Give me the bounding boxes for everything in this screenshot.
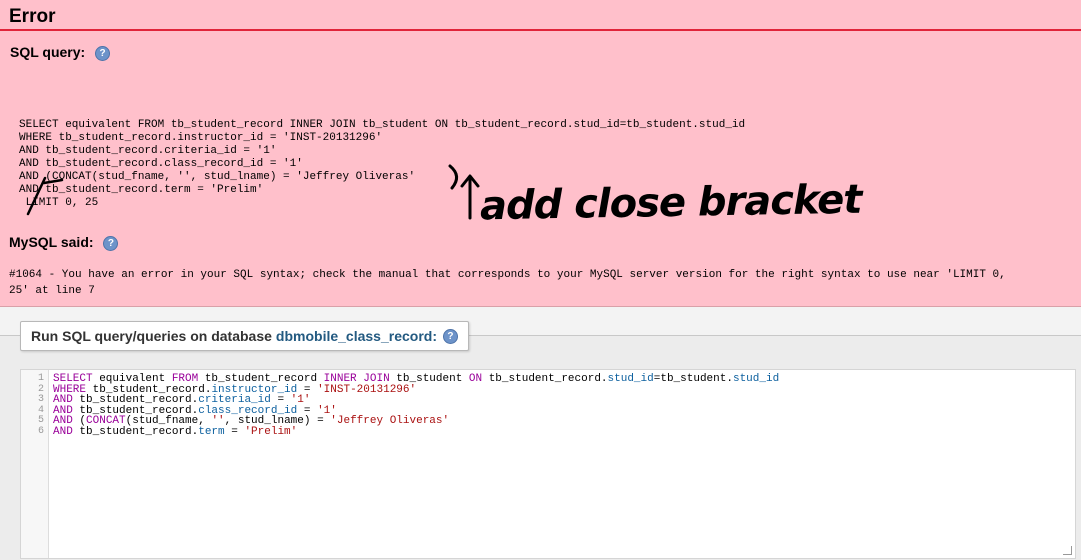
- query-legend: Run SQL query/queries on database dbmobi…: [20, 321, 469, 351]
- line-number-gutter: 1 2 3 4 5 6: [21, 370, 49, 558]
- help-icon[interactable]: ?: [442, 328, 458, 344]
- mysql-said-label: MySQL said:: [9, 234, 94, 250]
- mysql-said-heading: MySQL said: ?: [9, 234, 119, 251]
- handwritten-annotation: add close bracket: [479, 176, 862, 230]
- sql-line: AND tb_student_record.criteria_id = '1': [19, 145, 277, 157]
- query-legend-label: Run SQL query/queries on database: [31, 328, 272, 344]
- code-line: AND tb_student_record.term = 'Prelim': [53, 425, 298, 438]
- sql-query-label: SQL query:: [10, 44, 86, 60]
- error-title: Error: [9, 6, 56, 27]
- line-number: 5: [37, 415, 44, 426]
- error-panel: Error SQL query: ? SELECT equivalent FRO…: [0, 0, 1081, 307]
- sql-line: AND tb_student_record.class_record_id = …: [19, 158, 303, 170]
- sql-line: AND (CONCAT(stud_fname, '', stud_lname) …: [19, 171, 416, 183]
- mysql-error-message: #1064 - You have an error in your SQL sy…: [9, 267, 1006, 299]
- line-number: 6: [37, 425, 44, 437]
- sql-query-heading: SQL query: ?: [10, 44, 111, 61]
- sql-line: WHERE tb_student_record.instructor_id = …: [19, 132, 383, 144]
- mysql-error-line: 25' at line 7: [9, 285, 95, 297]
- line-number: 1: [37, 373, 44, 384]
- line-number: 3: [37, 394, 44, 405]
- sql-editor[interactable]: 1 2 3 4 5 6 SELECT equivalent FROM tb_st…: [20, 369, 1076, 559]
- sql-line: SELECT equivalent FROM tb_student_record…: [19, 119, 746, 131]
- mysql-error-line: #1064 - You have an error in your SQL sy…: [9, 269, 1006, 281]
- error-divider: [0, 29, 1081, 31]
- sql-line: AND tb_student_record.term = 'Prelim': [19, 184, 264, 196]
- help-icon[interactable]: ?: [95, 45, 111, 61]
- sql-line: LIMIT 0, 25: [25, 197, 99, 209]
- resize-handle[interactable]: [1063, 546, 1072, 555]
- database-name-link[interactable]: dbmobile_class_record:: [276, 328, 437, 344]
- help-icon[interactable]: ?: [103, 235, 119, 251]
- editor-code[interactable]: SELECT equivalent FROM tb_student_record…: [53, 374, 779, 438]
